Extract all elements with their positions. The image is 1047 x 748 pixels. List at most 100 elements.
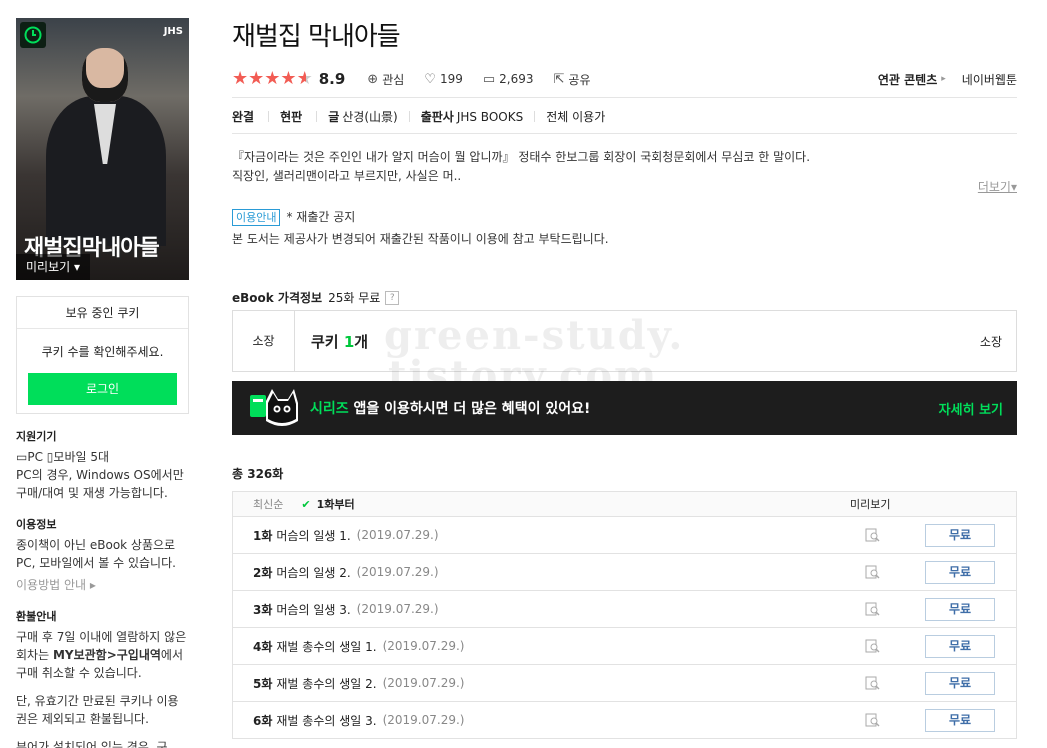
refund-link[interactable]: MY보관함>구입내역	[53, 648, 161, 662]
like-button[interactable]: ♡ 199	[424, 72, 463, 87]
refund-title: 환불안내	[16, 610, 57, 623]
publisher-label: 출판사	[420, 110, 454, 124]
notice: 이용안내 * 재출간 공지 본 도서는 제공사가 변경되어 재출간된 작품이니 이…	[232, 206, 609, 250]
device-pc: PC	[27, 450, 43, 464]
cover-figure-head	[82, 48, 128, 102]
share-button[interactable]: ⇱ 공유	[554, 71, 591, 88]
description-line-2: 직장인, 샐러리맨이라고 부르지만, 사실은 머..	[232, 169, 462, 183]
series-app-banner[interactable]: 시리즈 앱을 이용하시면 더 많은 혜택이 있어요! 자세히 보기	[232, 381, 1017, 435]
separator	[268, 111, 270, 122]
notice-body: 본 도서는 제공사가 변경되어 재출간된 작품이니 이용에 참고 부탁드립니다.	[232, 232, 609, 246]
preview-icon[interactable]	[865, 565, 880, 580]
half-star-icon: ★	[296, 68, 313, 89]
preview-icon[interactable]	[865, 602, 880, 617]
refund-text: 구매 후 7일 이내에 열람하지 않은 회차는 MY보관함>구입내역에서 구매 …	[16, 628, 189, 682]
comment-count: 2,693	[499, 72, 534, 86]
episode-title[interactable]: 머슴의 일생 1.	[276, 527, 350, 544]
episode-date: (2019.07.29.)	[382, 639, 465, 653]
related-value[interactable]: 네이버웹툰	[962, 71, 1017, 88]
own-button[interactable]: 소장	[980, 333, 1002, 350]
free-button[interactable]: 무료	[925, 672, 995, 695]
episode-number: 1화	[253, 528, 273, 543]
version-label: 현판	[280, 110, 303, 124]
share-icon: ⇱	[553, 71, 565, 87]
episode-row[interactable]: 2화 머슴의 일생 2. (2019.07.29.) 무료	[232, 554, 1017, 591]
banner-message: 앱을 이용하시면 더 많은 혜택이 있어요!	[348, 401, 591, 417]
episode-date: (2019.07.29.)	[356, 602, 439, 616]
banner-brand: 시리즈	[310, 401, 349, 417]
book-title: 재벌집 막내아들	[232, 22, 401, 52]
interest-button[interactable]: ⊕ 관심	[367, 71, 404, 88]
episode-number: 3화	[253, 602, 273, 617]
star-icon: ★	[264, 68, 281, 89]
attribute-row: 완결 현판 글 산경(山景) 출판사 JHS BOOKS 전체 이용가	[232, 108, 605, 125]
free-button[interactable]: 무료	[925, 709, 995, 732]
episode-number: 2화	[253, 565, 273, 580]
usage-title: 이용정보	[16, 518, 57, 531]
notice-tag: 이용안내	[232, 209, 281, 226]
episode-title[interactable]: 재벌 총수의 생일 2.	[276, 675, 376, 692]
preview-button[interactable]: 미리보기 ▾	[16, 254, 90, 280]
help-icon[interactable]: ?	[385, 290, 400, 305]
star-icon: ★	[248, 68, 265, 89]
episode-row[interactable]: 4화 재벌 총수의 생일 1. (2019.07.29.) 무료	[232, 628, 1017, 665]
banner-detail-link[interactable]: 자세히 보기	[939, 399, 1003, 418]
cookie-prefix: 쿠키	[311, 332, 344, 351]
sort-latest[interactable]: 최신순	[253, 496, 283, 512]
episode-row[interactable]: 1화 머슴의 일생 1. (2019.07.29.) 무료	[232, 517, 1017, 554]
refund-info: 환불안내 구매 후 7일 이내에 열람하지 않은 회차는 MY보관함>구입내역에…	[16, 608, 189, 748]
like-count: 199	[439, 72, 463, 86]
chevron-right-icon: ▸	[941, 74, 946, 84]
free-button[interactable]: 무료	[925, 635, 995, 658]
cookie-box-message: 쿠키 수를 확인해주세요.	[41, 345, 164, 359]
sort-first[interactable]: 1화부터	[317, 496, 355, 512]
more-button[interactable]: 더보기▾	[978, 178, 1017, 195]
publisher-link[interactable]: JHS BOOKS	[457, 110, 523, 124]
preview-icon[interactable]	[865, 639, 880, 654]
episode-row[interactable]: 6화 재벌 총수의 생일 3. (2019.07.29.) 무료	[232, 702, 1017, 739]
usage-text: 종이책이 아닌 eBook 상품으로 PC, 모바일에서 볼 수 있습니다.	[16, 538, 176, 570]
preview-icon[interactable]	[865, 713, 880, 728]
preview-column-header: 미리보기	[850, 498, 891, 511]
author-link[interactable]: 산경(山景)	[342, 108, 397, 125]
related-content[interactable]: 연관 콘텐츠 ▸ 네이버웹툰	[878, 71, 1017, 88]
separator	[534, 111, 536, 122]
episode-title[interactable]: 머슴의 일생 3.	[276, 601, 350, 618]
check-icon: ✔	[301, 497, 311, 511]
cookie-box: 보유 중인 쿠키 쿠키 수를 확인해주세요. 로그인	[16, 296, 189, 414]
cat-mascot-icon	[248, 381, 304, 435]
left-sidebar: JHS 재벌집막내아들 미리보기 ▾ 보유 중인 쿠키 쿠키 수를 확인해주세요…	[16, 18, 189, 748]
comment-button[interactable]: ▭ 2,693	[483, 72, 534, 87]
status-label: 완결	[232, 110, 255, 124]
rating-value: 8.9	[318, 70, 346, 88]
episode-date: (2019.07.29.)	[382, 713, 465, 727]
interest-label: 관심	[382, 72, 405, 87]
usage-guide-link[interactable]: 이용방법 안내 ▸	[16, 576, 189, 594]
episode-title[interactable]: 재벌 총수의 생일 1.	[276, 638, 376, 655]
episode-date: (2019.07.29.)	[356, 528, 439, 542]
episode-date: (2019.07.29.)	[356, 565, 439, 579]
episode-title[interactable]: 재벌 총수의 생일 3.	[276, 712, 376, 729]
login-button[interactable]: 로그인	[28, 373, 177, 405]
episode-row[interactable]: 3화 머슴의 일생 3. (2019.07.29.) 무료	[232, 591, 1017, 628]
cookie-suffix: 개	[354, 332, 369, 351]
device-title: 지원기기	[16, 430, 57, 443]
preview-icon[interactable]	[865, 676, 880, 691]
device-text: PC의 경우, Windows OS에서만 구매/대여 및 재생 가능합니다.	[16, 468, 184, 500]
free-count: 25화 무료	[328, 291, 381, 305]
preview-icon[interactable]	[865, 528, 880, 543]
banner-text: 시리즈 앱을 이용하시면 더 많은 혜택이 있어요!	[310, 398, 590, 418]
episode-row[interactable]: 5화 재벌 총수의 생일 2. (2019.07.29.) 무료	[232, 665, 1017, 702]
cookie-price: 쿠키 1개	[311, 331, 368, 352]
separator	[408, 111, 410, 122]
free-button[interactable]: 무료	[925, 561, 995, 584]
free-button[interactable]: 무료	[925, 524, 995, 547]
free-button[interactable]: 무료	[925, 598, 995, 621]
episode-number: 4화	[253, 639, 273, 654]
refund-text-3: 단, 유효기간 만료된 쿠키나 이용권은 제외되고 환불됩니다.	[16, 694, 179, 726]
episode-title[interactable]: 머슴의 일생 2.	[276, 564, 350, 581]
star-icon: ★	[280, 68, 297, 89]
price-title: eBook 가격정보	[232, 291, 323, 305]
divider	[232, 133, 1017, 134]
book-cover[interactable]: JHS 재벌집막내아들 미리보기 ▾	[16, 18, 189, 280]
